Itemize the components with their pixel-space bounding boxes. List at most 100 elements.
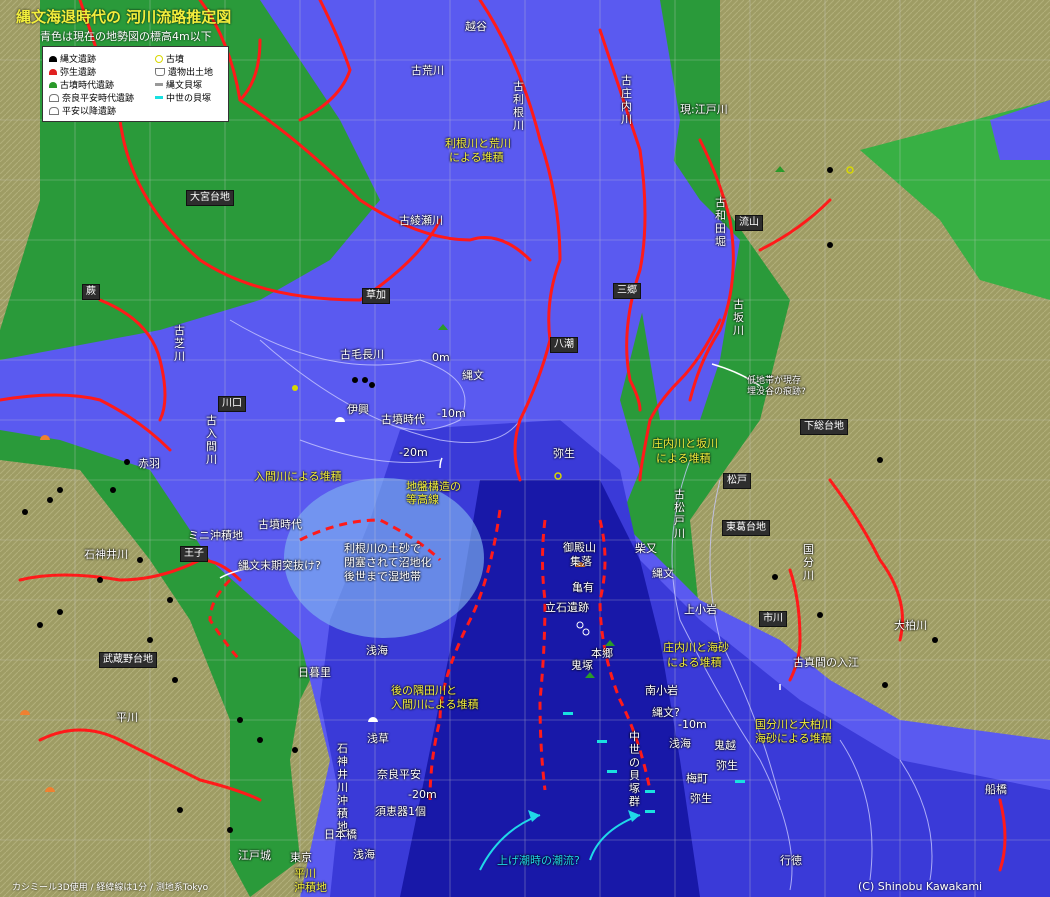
label-asakai-2: 浅海: [353, 848, 375, 861]
label-nara-heian: 奈良平安: [377, 768, 421, 781]
label-gyotoku: 行徳: [780, 854, 802, 867]
white-house-icon: [49, 106, 59, 115]
label-hongo: 本郷: [591, 647, 613, 660]
label-edojo: 江戸城: [238, 849, 271, 862]
label-ko-tone: 古利根川: [513, 80, 524, 132]
label-goten: 御殿山: [563, 541, 596, 554]
label-sueki: 須恵器1個: [375, 805, 426, 818]
legend-item-kofun-era: 古墳時代遺跡: [49, 78, 114, 91]
label-teichitai-1: 低地帯が現存: [747, 376, 802, 386]
label-asakai-1: 浅海: [366, 644, 388, 657]
label-komama: 古真間の入江: [793, 656, 859, 669]
place-box-matsudo: 松戸: [723, 473, 751, 489]
label-kamiyasan: 上小岩: [684, 603, 717, 616]
label-ko-iruma: 古入間川: [206, 414, 217, 466]
label-shonai-saka-1: 庄内川と坂川: [652, 437, 718, 450]
label-funabashi: 船橋: [985, 783, 1007, 796]
label-iyo: 伊興: [347, 403, 369, 416]
label-gen-edogawa: 現:江戸川: [680, 103, 728, 116]
label-ko-saka: 古坂川: [733, 298, 744, 337]
label-m10a: -10m: [437, 407, 466, 420]
label-oogashiwa: 大柏川: [894, 619, 927, 632]
footer-credit: カシミール3D使用 / 経緯線は1分 / 測地系Tokyo: [12, 883, 209, 893]
label-hiragawa-oki: 平川: [294, 867, 316, 880]
label-umemachi: 梅町: [686, 772, 708, 785]
label-sumida-2: 入間川による堆積: [391, 698, 479, 711]
label-shonai-kaisa-1: 庄内川と海砂: [663, 641, 729, 654]
legend-item-yayoi: 弥生遺跡: [49, 65, 96, 78]
place-box-soka: 草加: [362, 288, 390, 304]
label-kofun-1: 古墳時代: [258, 518, 302, 531]
label-tone-tsuchi-2: 閉塞されて沼地化: [344, 556, 432, 569]
label-jomon-s: 縄文: [652, 567, 674, 580]
label-jomon-ayase: 縄文: [462, 369, 484, 382]
label-minami-koiwa: 南小岩: [645, 684, 678, 697]
grey-bar-icon: [155, 83, 163, 86]
black-mound-icon: [49, 55, 57, 62]
legend-box: 縄文遺跡 弥生遺跡 古墳時代遺跡 奈良平安時代遺跡 平安以降遺跡 古墳 遺物出土…: [42, 46, 229, 122]
label-goten-2: 集落: [570, 555, 592, 568]
label-tone-arakawa-2: による堆積: [449, 151, 504, 164]
place-box-warabi: 蕨: [82, 284, 100, 300]
label-iruma-tai: 入間川による堆積: [254, 470, 342, 483]
red-mound-icon: [49, 68, 57, 75]
map-subtitle: 青色は現在の地勢図の標高4m以下: [40, 30, 212, 43]
place-box-ichikawa: 市川: [759, 611, 787, 627]
label-tateishi: 立石遺跡: [545, 601, 589, 614]
label-jiban-2: 等高線: [406, 493, 439, 506]
label-m20b: -20m: [408, 788, 437, 801]
green-triangle-icon: [49, 81, 57, 88]
label-tone-arakawa: 利根川と荒川: [445, 137, 511, 150]
legend-item-jomon-shell: 縄文貝塚: [155, 78, 202, 91]
label-kameari: 亀有: [572, 581, 594, 594]
label-hiragawa: 平川: [116, 711, 138, 724]
label-tokyo: 東京: [290, 851, 312, 864]
place-box-misato: 三郷: [613, 283, 641, 299]
label-sumida-1: 後の隅田川と: [391, 684, 457, 697]
label-jomon-q: 縄文?: [652, 706, 680, 719]
footer-copyright: (C) Shinobu Kawakami: [858, 880, 983, 893]
label-yayoi-3: 弥生: [690, 792, 712, 805]
label-ko-shiba: 古芝川: [174, 324, 185, 363]
legend-item-nara-heian: 奈良平安時代遺跡: [49, 91, 134, 104]
map-title: 縄文海退時代の 河川流路推定図: [16, 8, 232, 26]
label-hiragawa-oki-2: 沖積地: [294, 881, 327, 894]
place-box-shimosa: 下総台地: [800, 419, 848, 435]
cup-icon: [155, 67, 165, 76]
label-tone-tsuchi-3: 後世まで湿地帯: [344, 570, 421, 583]
label-ishigami-okiseki: 石神井川沖積地: [337, 742, 348, 833]
label-ko-shonai: 古庄内川: [621, 74, 632, 126]
place-box-yashio: 八潮: [550, 337, 578, 353]
label-ishigami: 石神井川: [84, 548, 128, 561]
label-mini-okiseki: ミニ沖積地: [188, 529, 243, 542]
label-asakai-3: 浅海: [669, 737, 691, 750]
label-m10b: -10m: [678, 718, 707, 731]
label-jomon-end: 縄文末期突抜け?: [238, 559, 321, 572]
white-mound-icon: [49, 93, 59, 102]
label-kokubun: 国分川: [803, 543, 814, 582]
label-akabane: 赤羽: [138, 457, 160, 470]
legend-item-post-heian: 平安以降遺跡: [49, 104, 116, 117]
label-m0: 0m: [432, 351, 450, 364]
label-kamoge-kofun: 古墳時代: [381, 413, 425, 426]
legend-item-jomon: 縄文遺跡: [49, 52, 96, 65]
label-ko-wada: 古和田堀: [715, 196, 726, 248]
place-box-kawaguchi: 川口: [218, 396, 246, 412]
label-yayoi-2: 弥生: [716, 759, 738, 772]
label-koshigaya: 越谷: [465, 20, 487, 33]
label-onitsuka: 鬼塚: [571, 659, 593, 672]
legend-item-artifact: 遺物出土地: [155, 65, 213, 78]
terrain-map: [0, 0, 1050, 897]
legend-item-medieval-shell: 中世の貝塚: [155, 91, 211, 104]
place-box-musashino: 武蔵野台地: [99, 652, 157, 668]
place-box-nagareyama: 流山: [735, 215, 763, 231]
label-yayoi: 弥生: [553, 447, 575, 460]
label-shonai-saka-2: による堆積: [656, 452, 711, 465]
label-shibamata: 柴又: [635, 542, 657, 555]
legend-item-kofun: 古墳: [155, 52, 184, 65]
label-teichitai-2: 埋没谷の痕跡?: [747, 387, 806, 397]
place-box-katsushika: 東葛台地: [722, 520, 770, 536]
label-nippori: 日暮里: [298, 666, 331, 679]
label-chusei: 中世の貝塚群: [629, 730, 640, 808]
label-shonai-kaisa-2: による堆積: [667, 656, 722, 669]
